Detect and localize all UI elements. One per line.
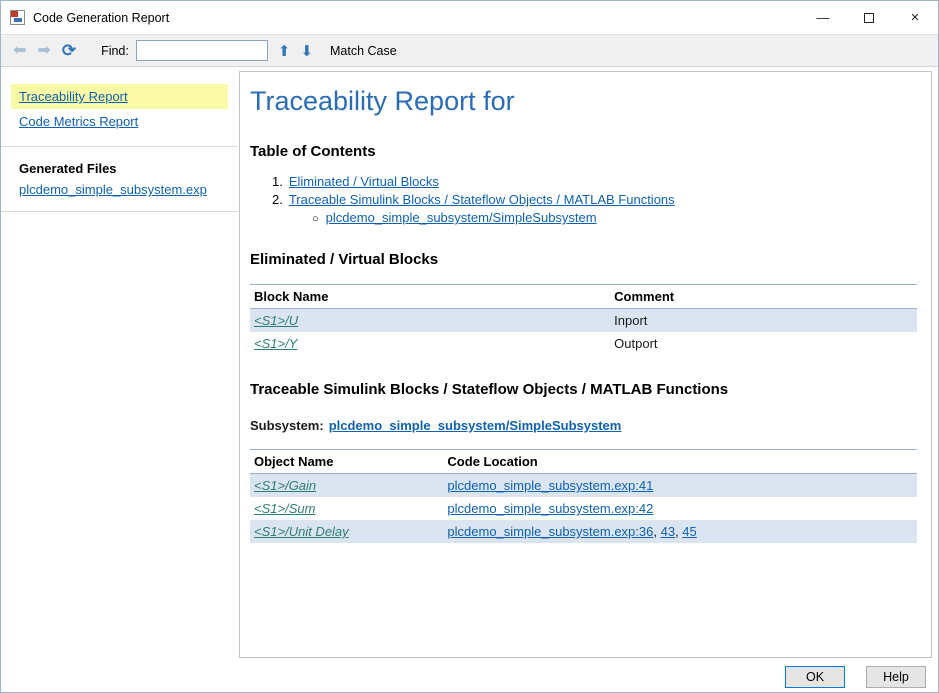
column-header-code-location: Code Location: [443, 449, 917, 474]
bullet-icon: ○: [312, 213, 319, 225]
block-link[interactable]: <S1>/Sum: [254, 501, 315, 516]
toc-item: 1. Eliminated / Virtual Blocks: [272, 174, 917, 189]
toolbar: ⬅ ➡ ⟳ Find: ⬆ ⬇ Match Case: [1, 34, 938, 67]
toc-item: 2. Traceable Simulink Blocks / Stateflow …: [272, 192, 917, 207]
table-row: <S1>/Unit Delay plcdemo_simple_subsystem…: [250, 520, 917, 543]
toc-subitem: ○ plcdemo_simple_subsystem/SimpleSubsyste…: [312, 210, 917, 225]
generated-files-heading: Generated Files: [19, 161, 117, 176]
comment-cell: Outport: [614, 336, 658, 351]
sidebar-item-traceability-report[interactable]: Traceability Report: [11, 84, 228, 109]
subsystem-line: Subsystem: plcdemo_simple_subsystem/Simpl…: [250, 418, 917, 433]
find-label: Find:: [101, 43, 129, 58]
table-row: <S1>/Gain plcdemo_simple_subsystem.exp:4…: [250, 473, 917, 497]
table-header-row: Block Name Comment: [250, 284, 917, 309]
forward-icon[interactable]: ➡: [37, 42, 50, 59]
code-location-link[interactable]: plcdemo_simple_subsystem.exp:41: [447, 478, 653, 493]
window-title: Code Generation Report: [33, 10, 170, 25]
match-case-toggle[interactable]: Match Case: [330, 44, 397, 58]
find-input[interactable]: [135, 40, 268, 61]
code-location-link[interactable]: plcdemo_simple_subsystem.exp:42: [447, 501, 653, 516]
separator-text: ,: [653, 524, 661, 539]
close-button[interactable]: ×: [892, 1, 938, 34]
sidebar-divider: [1, 211, 238, 212]
toc-link-traceable-blocks[interactable]: Traceable Simulink Blocks / Stateflow Ob…: [289, 192, 675, 207]
subsystem-link[interactable]: plcdemo_simple_subsystem/SimpleSubsystem: [329, 418, 622, 433]
sidebar-item-generated-file[interactable]: plcdemo_simple_subsystem.exp: [19, 182, 228, 197]
report-content-panel: Traceability Report for Table of Content…: [239, 71, 932, 658]
block-link[interactable]: <S1>/U: [254, 313, 298, 328]
traceable-blocks-heading: Traceable Simulink Blocks / Stateflow Ob…: [250, 381, 729, 398]
table-row: <S1>/U Inport: [250, 308, 917, 332]
comment-cell: Inport: [614, 313, 648, 328]
table-row: <S1>/Sum plcdemo_simple_subsystem.exp:42: [250, 497, 917, 520]
eliminated-blocks-heading: Eliminated / Virtual Blocks: [250, 251, 439, 268]
table-row: <S1>/Y Outport: [250, 332, 917, 355]
block-link[interactable]: <S1>/Gain: [254, 478, 316, 493]
find-next-icon[interactable]: ⬇: [300, 42, 313, 60]
sidebar-divider: [1, 146, 238, 147]
sidebar-item-code-metrics-report[interactable]: Code Metrics Report: [11, 109, 228, 134]
table-of-contents: 1. Eliminated / Virtual Blocks 2. Traceabl…: [272, 174, 917, 225]
help-button[interactable]: Help: [866, 666, 926, 688]
toc-heading: Table of Contents: [250, 143, 376, 160]
back-icon[interactable]: ⬅: [13, 42, 26, 59]
toc-link-eliminated-blocks[interactable]: Eliminated / Virtual Blocks: [289, 174, 439, 189]
maximize-icon: [864, 12, 874, 23]
ok-button[interactable]: OK: [785, 666, 845, 688]
maximize-button[interactable]: [846, 1, 892, 34]
toc-number: 1.: [272, 174, 283, 189]
window-controls: — ×: [800, 1, 938, 34]
page-title: Traceability Report for: [250, 86, 515, 116]
code-generation-report-window: { "window": { "title": "Code Generation …: [0, 0, 939, 693]
toc-number: 2.: [272, 192, 283, 207]
code-location-link[interactable]: plcdemo_simple_subsystem.exp:36: [447, 524, 653, 539]
subsystem-label: Subsystem:: [250, 418, 324, 433]
sidebar: Traceability Report Code Metrics Report …: [1, 68, 238, 656]
block-link[interactable]: <S1>/Unit Delay: [254, 524, 349, 539]
block-link[interactable]: <S1>/Y: [254, 336, 297, 351]
traceable-blocks-table: Object Name Code Location <S1>/Gain plcd…: [250, 449, 917, 543]
code-location-link-extra[interactable]: 45: [682, 524, 696, 539]
toc-link-simple-subsystem[interactable]: plcdemo_simple_subsystem/SimpleSubsystem: [326, 210, 597, 225]
column-header-block-name: Block Name: [250, 284, 611, 309]
column-header-comment: Comment: [610, 284, 917, 309]
table-header-row: Object Name Code Location: [250, 449, 917, 474]
column-header-object-name: Object Name: [250, 449, 444, 474]
code-location-link-extra[interactable]: 43: [661, 524, 675, 539]
find-previous-icon[interactable]: ⬆: [278, 42, 291, 60]
app-icon: [10, 10, 25, 25]
minimize-button[interactable]: —: [800, 1, 846, 34]
eliminated-blocks-table: Block Name Comment <S1>/U Inport <S1>/Y …: [250, 284, 917, 355]
titlebar: Code Generation Report — ×: [1, 1, 938, 34]
refresh-icon[interactable]: ⟳: [62, 42, 76, 59]
